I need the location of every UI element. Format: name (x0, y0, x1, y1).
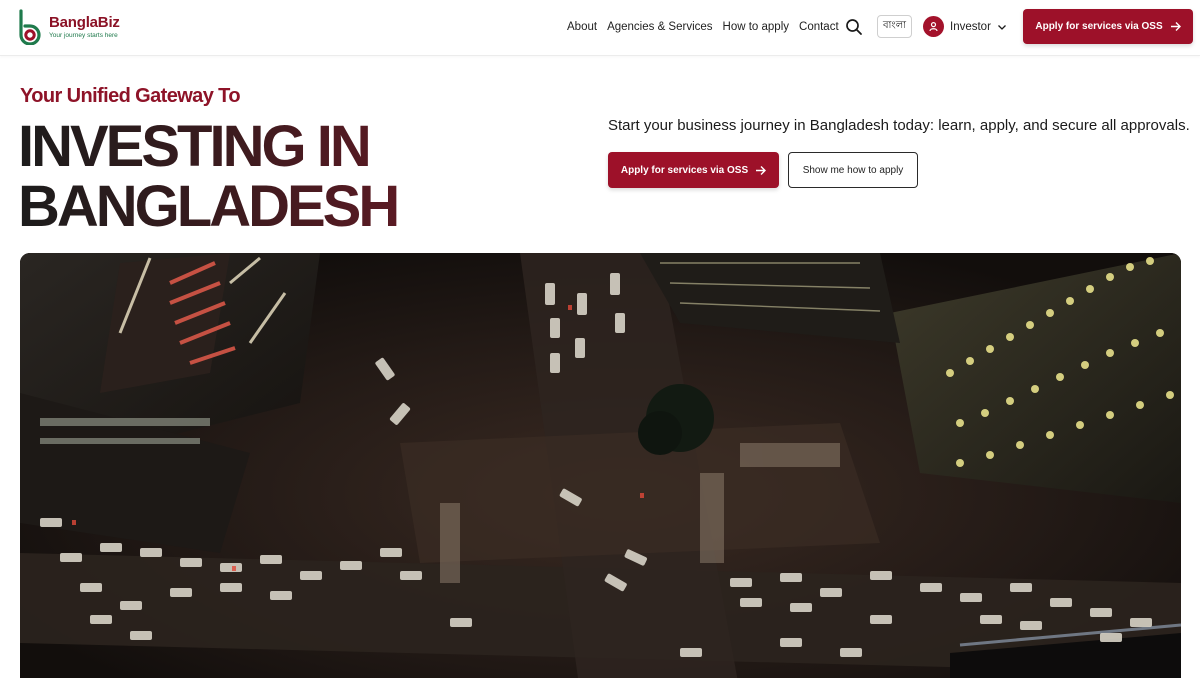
nav-link-agencies-services[interactable]: Agencies & Services (607, 21, 712, 33)
chevron-down-icon (997, 24, 1006, 30)
hero-image (20, 253, 1181, 678)
brand-logo[interactable]: BanglaBiz Your journey starts here (17, 9, 120, 45)
hero-headline-line2: BANGLADESH (18, 174, 398, 239)
apply-oss-header-label: Apply for services via OSS (1035, 21, 1163, 32)
logo-mark-icon (19, 9, 41, 45)
hero-headline-line1: INVESTING IN (18, 114, 369, 179)
hero-eyebrow: Your Unified Gateway To (20, 85, 241, 107)
arrow-right-icon (1170, 22, 1181, 31)
arrow-right-icon (756, 165, 767, 175)
nav-link-about[interactable]: About (567, 21, 597, 33)
nav-link-how-to-apply[interactable]: How to apply (723, 21, 789, 33)
nav-link-contact[interactable]: Contact (799, 21, 839, 33)
brand-name: BanglaBiz (49, 13, 120, 31)
show-how-to-apply-button[interactable]: Show me how to apply (788, 152, 918, 188)
user-icon (923, 16, 944, 37)
apply-oss-hero-label: Apply for services via OSS (620, 164, 749, 176)
apply-oss-header-button[interactable]: Apply for services via OSS (1023, 9, 1193, 44)
language-toggle-button[interactable]: বাংলা (877, 15, 912, 38)
brand-tagline: Your journey starts here (49, 31, 118, 39)
aerial-city-image (20, 253, 1181, 678)
main-nav: About Agencies & Services How to apply C… (567, 0, 849, 54)
apply-oss-hero-button[interactable]: Apply for services via OSS (608, 152, 779, 188)
site-header: BanglaBiz Your journey starts here About… (0, 0, 1200, 56)
user-menu-label: Investor (950, 20, 991, 33)
user-menu[interactable]: Investor (923, 16, 1007, 37)
hero-lead-text: Start your business journey in Banglades… (608, 117, 1190, 134)
search-icon[interactable] (845, 18, 863, 36)
hero-headline: INVESTING IN BANGLADESH (18, 117, 397, 237)
